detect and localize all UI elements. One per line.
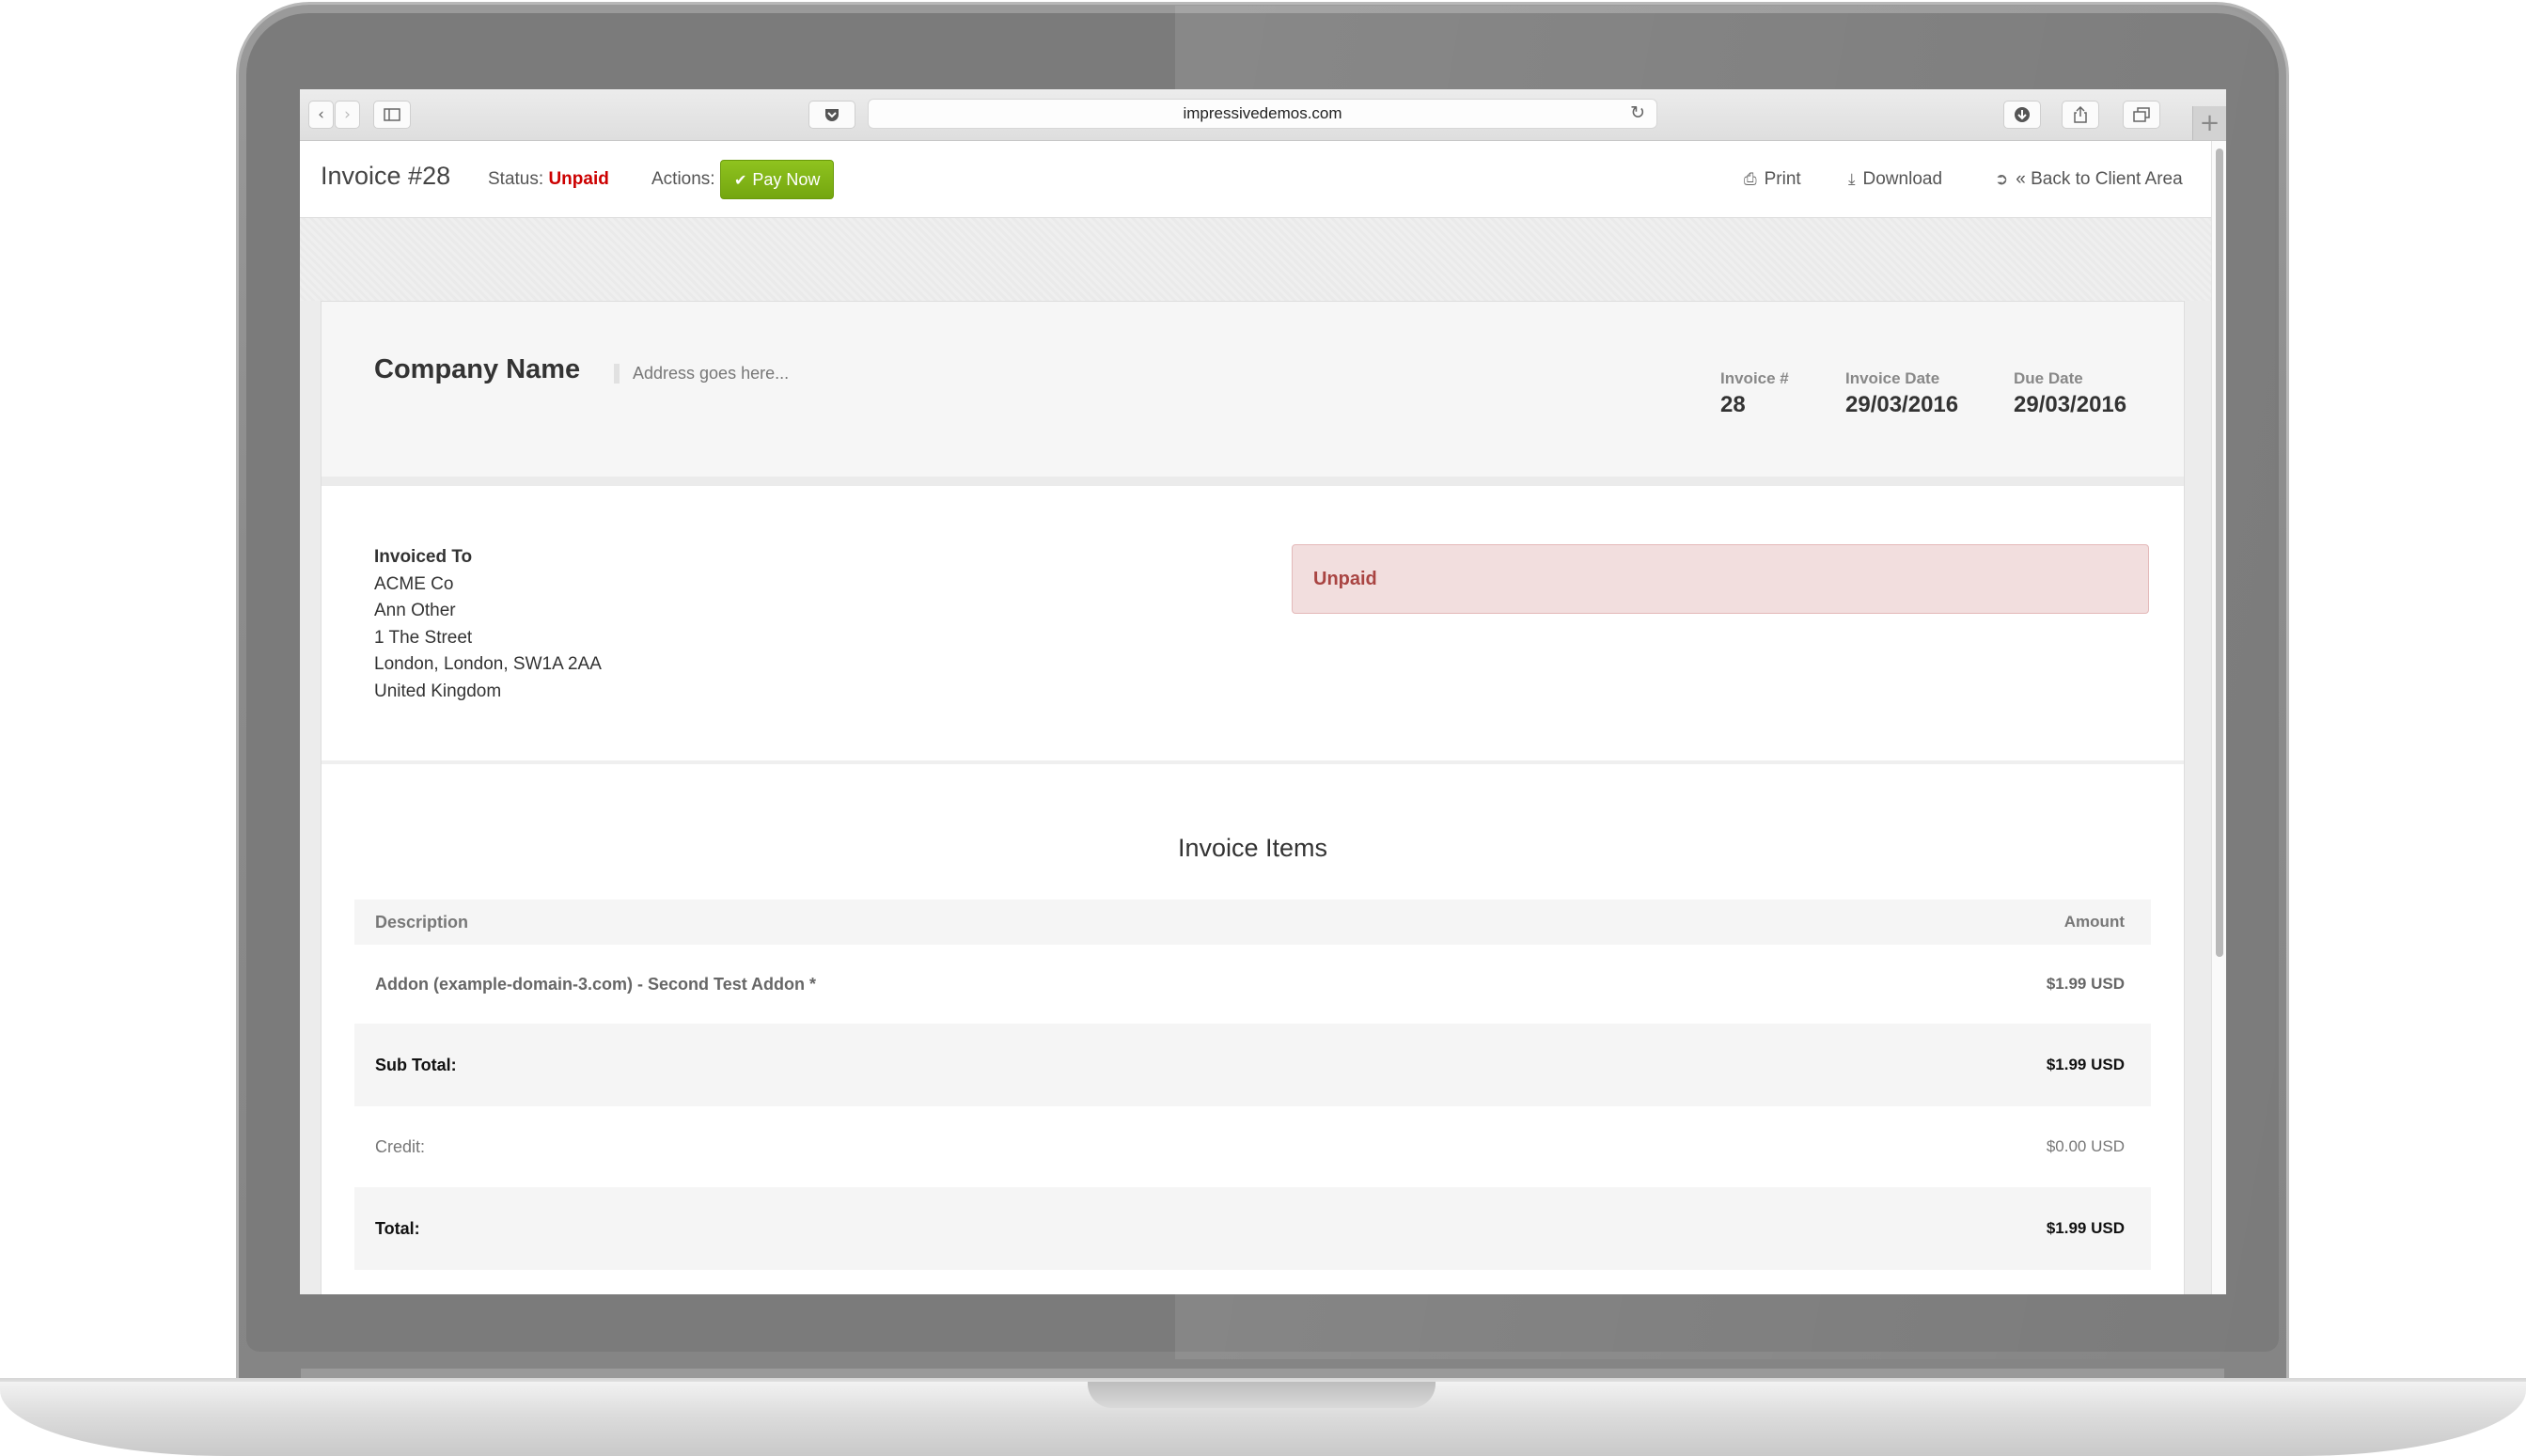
new-tab-button[interactable]: + [2192, 106, 2226, 140]
chevron-left-icon[interactable]: ‹ [308, 101, 334, 129]
browser-toolbar: ‹ › impressivedemos.com ↻ + [300, 89, 2226, 141]
print-link[interactable]: ⎙ Print [1744, 169, 1801, 190]
company-name: Company Name [374, 354, 581, 384]
laptop-notch [1088, 1382, 1436, 1408]
invoice-page: Invoice #28 Status: Unpaid Actions: ✔ Pa… [300, 141, 2211, 1294]
back-label: « Back to Client Area [2016, 169, 2183, 189]
download-icon[interactable] [2003, 101, 2041, 129]
download-label: Download [1862, 169, 1943, 189]
total-label: Total: [375, 1218, 420, 1238]
printer-icon: ⎙ [1744, 170, 1757, 189]
invoice-number-value: 28 [1720, 392, 1746, 417]
total-value: $1.99 USD [2046, 1219, 2125, 1237]
invoice-date-label: Invoice Date [1845, 369, 1940, 387]
sidebar-icon[interactable] [373, 101, 411, 129]
pay-now-button[interactable]: ✔ Pay Now [720, 160, 835, 199]
address-bar[interactable]: impressivedemos.com ↻ [868, 99, 1657, 129]
billing-line: United Kingdom [374, 681, 502, 701]
invoice-date-group: Invoice Date 29/03/2016 [1845, 369, 1958, 418]
billing-line: Ann Other [374, 601, 456, 620]
item-description: Addon (example-domain-3.com) - Second Te… [375, 974, 817, 994]
table-row: Addon (example-domain-3.com) - Second Te… [354, 945, 2151, 1024]
invoice-date-value: 29/03/2016 [1845, 392, 1959, 417]
credit-value: $0.00 USD [2046, 1137, 2125, 1155]
invoice-card: Company Name Address goes here... Invoic… [321, 301, 2185, 1294]
status-label: Status: [488, 169, 544, 189]
browser-window: ‹ › impressivedemos.com ↻ + Invoice #28 … [300, 89, 2226, 1294]
credit-label: Credit: [375, 1136, 426, 1156]
scrollbar-thumb[interactable] [2216, 149, 2223, 957]
pay-now-label: Pay Now [752, 169, 821, 189]
invoiced-to: Invoiced To ACME Co Ann Other 1 The Stre… [374, 544, 602, 705]
arrow-circle-left-icon: ➲ [1995, 170, 2009, 189]
reload-icon[interactable]: ↻ [1630, 102, 1645, 123]
billing-line: 1 The Street [374, 627, 473, 648]
billing-line: ACME Co [374, 573, 454, 594]
invoice-number-label: Invoice # [1720, 369, 1789, 387]
status-value: Unpaid [548, 169, 609, 189]
back-to-client-area-link[interactable]: ➲ « Back to Client Area [1995, 169, 2183, 190]
section-divider [322, 760, 2184, 764]
pocket-icon[interactable] [808, 101, 855, 129]
column-header-amount: Amount [2063, 913, 2125, 931]
sub-total-label: Sub Total: [375, 1055, 457, 1074]
print-label: Print [1764, 169, 1801, 189]
invoice-items-title: Invoice Items [1177, 834, 1328, 862]
invoice-number-group: Invoice # 28 [1720, 369, 1789, 418]
company-address: Address goes here... [614, 364, 789, 384]
credit-row: Credit: $0.00 USD [354, 1106, 2151, 1187]
invoice-top-bar: Invoice #28 Status: Unpaid Actions: ✔ Pa… [300, 141, 2211, 218]
due-date-label: Due Date [2014, 369, 2083, 387]
share-icon[interactable] [2062, 101, 2099, 129]
vertical-scrollbar[interactable] [2211, 141, 2226, 1294]
unpaid-alert: Unpaid [1292, 544, 2149, 614]
chevron-right-icon[interactable]: › [335, 101, 360, 129]
download-link[interactable]: ⤓ Download [1848, 169, 1942, 190]
status-group: Status: Unpaid [488, 169, 609, 190]
tabs-icon[interactable] [2123, 101, 2160, 129]
item-amount: $1.99 USD [2046, 975, 2125, 993]
table-header-row: Description Amount [354, 900, 2151, 945]
actions-label: Actions: [651, 169, 715, 189]
column-header-description: Description [375, 912, 469, 932]
sub-total-row: Sub Total: $1.99 USD [354, 1024, 2151, 1106]
invoice-items-table: Description Amount Addon (example-domain… [354, 900, 2151, 1270]
background-texture [300, 218, 2211, 301]
billing-line: London, London, SW1A 2AA [374, 654, 602, 674]
check-circle-icon: ✔ [734, 170, 747, 189]
download-icon: ⤓ [1848, 170, 1856, 189]
invoice-header: Company Name Address goes here... Invoic… [322, 302, 2184, 486]
total-row: Total: $1.99 USD [354, 1187, 2151, 1270]
due-date-value: 29/03/2016 [2014, 392, 2127, 417]
url-text: impressivedemos.com [1183, 104, 1342, 122]
due-date-group: Due Date 29/03/2016 [2014, 369, 2126, 418]
sub-total-value: $1.99 USD [2046, 1056, 2125, 1073]
invoiced-to-heading: Invoiced To [374, 547, 473, 567]
page-title: Invoice #28 [321, 162, 451, 190]
